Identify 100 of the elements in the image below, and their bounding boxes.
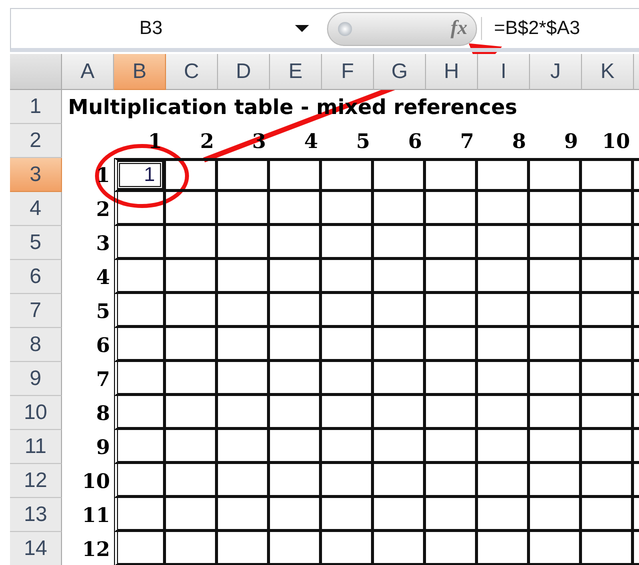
row-header[interactable]: 6 (10, 260, 62, 294)
column-header[interactable]: K (582, 54, 634, 90)
table-cell[interactable] (530, 532, 582, 565)
table-cell[interactable] (270, 430, 322, 464)
table-cell[interactable] (322, 226, 374, 260)
table-cell[interactable] (582, 464, 634, 498)
table-cell[interactable] (270, 532, 322, 565)
table-cell[interactable] (478, 532, 530, 565)
table-cell[interactable] (582, 260, 634, 294)
table-cell[interactable] (166, 498, 218, 532)
table-cell[interactable] (374, 498, 426, 532)
table-cell[interactable] (530, 294, 582, 328)
table-cell[interactable] (166, 430, 218, 464)
table-cell[interactable] (426, 498, 478, 532)
table-cell[interactable] (114, 328, 166, 362)
table-cell[interactable] (426, 294, 478, 328)
table-cell[interactable] (582, 362, 634, 396)
table-cell[interactable] (322, 158, 374, 192)
table-cell[interactable] (114, 362, 166, 396)
table-cell[interactable] (114, 464, 166, 498)
column-header[interactable]: B (114, 54, 166, 90)
row-header[interactable]: 11 (10, 430, 62, 464)
table-cell[interactable] (218, 328, 270, 362)
formula-field[interactable]: =B$2*$A3 (494, 18, 580, 40)
table-cell[interactable] (114, 260, 166, 294)
table-cell[interactable] (426, 532, 478, 565)
table-cell[interactable] (530, 260, 582, 294)
column-header[interactable]: J (530, 54, 582, 90)
row-header[interactable]: 7 (10, 294, 62, 328)
table-cell[interactable] (478, 328, 530, 362)
column-header[interactable]: G (374, 54, 426, 90)
table-cell[interactable] (270, 226, 322, 260)
table-cell[interactable] (270, 294, 322, 328)
table-cell[interactable] (114, 294, 166, 328)
table-cell[interactable] (478, 260, 530, 294)
table-cell[interactable] (114, 226, 166, 260)
table-cell[interactable] (582, 192, 634, 226)
table-cell[interactable] (114, 192, 166, 226)
table-cell[interactable] (218, 396, 270, 430)
table-cell[interactable] (374, 532, 426, 565)
table-cell[interactable] (166, 158, 218, 192)
table-cell[interactable] (530, 226, 582, 260)
table-cell[interactable] (322, 498, 374, 532)
table-cell[interactable] (114, 532, 166, 565)
table-cell[interactable] (270, 464, 322, 498)
table-cell[interactable] (218, 498, 270, 532)
table-cell[interactable] (582, 430, 634, 464)
row-header[interactable]: 13 (10, 498, 62, 532)
table-cell[interactable]: 1 (114, 158, 166, 192)
table-cell[interactable] (426, 328, 478, 362)
table-cell[interactable] (478, 362, 530, 396)
table-cell[interactable] (374, 192, 426, 226)
row-header[interactable]: 14 (10, 532, 62, 565)
table-cell[interactable] (478, 192, 530, 226)
table-cell[interactable] (166, 260, 218, 294)
table-cell[interactable] (478, 396, 530, 430)
table-cell[interactable] (114, 430, 166, 464)
table-cell[interactable] (218, 532, 270, 565)
table-cell[interactable] (478, 158, 530, 192)
table-cell[interactable] (270, 362, 322, 396)
table-cell[interactable] (426, 464, 478, 498)
caret-icon[interactable] (295, 25, 309, 32)
table-cell[interactable] (270, 158, 322, 192)
row-header[interactable]: 8 (10, 328, 62, 362)
table-cell[interactable] (582, 328, 634, 362)
table-cell[interactable] (218, 430, 270, 464)
table-cell[interactable] (374, 158, 426, 192)
row-header[interactable]: 9 (10, 362, 62, 396)
table-cell[interactable] (322, 328, 374, 362)
table-cell[interactable] (530, 464, 582, 498)
table-cell[interactable] (322, 294, 374, 328)
table-cell[interactable] (114, 396, 166, 430)
table-cell[interactable] (530, 430, 582, 464)
row-header[interactable]: 5 (10, 226, 62, 260)
table-cell[interactable] (530, 192, 582, 226)
row-header[interactable]: 4 (10, 192, 62, 226)
table-cell[interactable] (426, 192, 478, 226)
table-cell[interactable] (582, 532, 634, 565)
table-cell[interactable] (166, 396, 218, 430)
table-cell[interactable] (582, 158, 634, 192)
table-cell[interactable] (218, 226, 270, 260)
row-header[interactable]: 3 (10, 158, 62, 192)
table-cell[interactable] (582, 226, 634, 260)
table-cell[interactable] (166, 328, 218, 362)
table-cell[interactable] (374, 396, 426, 430)
table-cell[interactable] (322, 396, 374, 430)
formula-bar-handle[interactable] (327, 12, 477, 46)
table-cell[interactable] (426, 362, 478, 396)
column-header[interactable]: I (478, 54, 530, 90)
table-cell[interactable] (478, 464, 530, 498)
table-cell[interactable] (322, 192, 374, 226)
table-cell[interactable] (270, 498, 322, 532)
column-header[interactable]: D (218, 54, 270, 90)
table-cell[interactable] (530, 362, 582, 396)
table-cell[interactable] (270, 396, 322, 430)
name-box[interactable]: B3 (11, 18, 291, 40)
table-cell[interactable] (270, 192, 322, 226)
column-header[interactable]: F (322, 54, 374, 90)
table-cell[interactable] (166, 192, 218, 226)
table-cell[interactable] (582, 294, 634, 328)
